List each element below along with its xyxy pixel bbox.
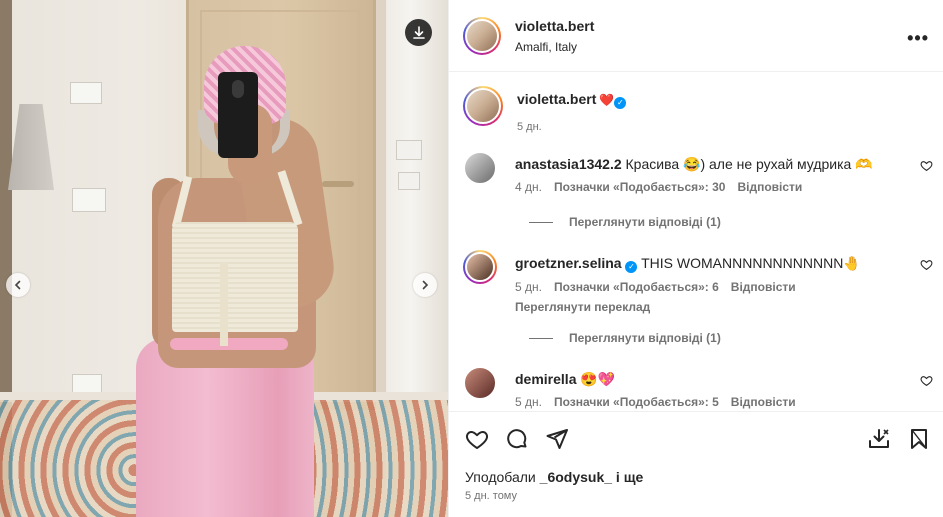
comment-username[interactable]: groetzner.selina	[515, 255, 622, 271]
post-photo	[0, 0, 448, 517]
like-comment-heart-icon[interactable]	[920, 258, 933, 271]
chevron-left-icon	[14, 280, 21, 290]
comment: demirella 😍💖 5 дн. Позначки «Подобається…	[463, 366, 933, 409]
comment-likes[interactable]: Позначки «Подобається»: 5	[554, 395, 719, 409]
previous-image-button[interactable]	[6, 273, 30, 297]
comment-likes[interactable]: Позначки «Подобається»: 30	[554, 180, 725, 194]
download-tray-icon[interactable]	[867, 427, 891, 451]
post-header: violetta.bert Amalfi, Italy •••	[449, 0, 943, 72]
comment-time: 5 дн.	[515, 395, 542, 409]
caption-avatar[interactable]	[463, 86, 503, 126]
verified-badge-icon: ✓	[614, 97, 627, 109]
caption-username[interactable]: violetta.bert	[517, 91, 596, 107]
verified-badge-icon: ✓	[625, 261, 638, 273]
comment-time: 5 дн.	[515, 280, 542, 294]
liked-by-user[interactable]: _6odysuk_	[540, 469, 612, 485]
post-side-panel: violetta.bert Amalfi, Italy ••• violetta…	[448, 0, 943, 517]
post-caption: violetta.bert ❤️ ✓ 5 дн.	[463, 86, 627, 133]
knit-top	[172, 222, 298, 332]
comment-text: THIS WOMANNNNNNNNNNNN🤚	[641, 255, 861, 271]
author-username[interactable]: violetta.bert	[515, 18, 594, 34]
comment-likes[interactable]: Позначки «Подобається»: 6	[554, 280, 719, 294]
comment-avatar[interactable]	[463, 151, 497, 185]
post-timestamp: 5 дн. тому	[465, 490, 517, 502]
like-heart-icon[interactable]	[465, 427, 489, 451]
reply-button[interactable]: Відповісти	[731, 280, 796, 294]
post-actions	[465, 427, 569, 451]
see-translation-button[interactable]: Переглянути переклад	[515, 300, 933, 314]
view-replies-button[interactable]: Переглянути відповіді (1)	[529, 331, 721, 345]
comment-username[interactable]: anastasia1342.2	[515, 156, 622, 172]
post-location[interactable]: Amalfi, Italy	[515, 40, 594, 54]
save-bookmark-icon[interactable]	[907, 427, 931, 451]
download-icon	[412, 25, 425, 39]
comment-text: Красива 😂) але не рухай мудрика 🫶	[625, 156, 873, 172]
comment-text: 😍💖	[580, 371, 616, 387]
comment: anastasia1342.2 Красива 😂) але не рухай …	[463, 151, 933, 194]
comment: groetzner.selina ✓ THIS WOMANNNNNNNNNNNN…	[463, 250, 933, 314]
post-dialog: violetta.bert Amalfi, Italy ••• violetta…	[0, 0, 943, 517]
comment-username[interactable]: demirella	[515, 371, 576, 387]
more-options-button[interactable]: •••	[907, 28, 929, 49]
chevron-right-icon	[422, 280, 429, 290]
next-image-button[interactable]	[413, 273, 437, 297]
download-button[interactable]	[405, 19, 432, 46]
comment-avatar[interactable]	[463, 366, 497, 400]
author-avatar[interactable]	[463, 16, 501, 55]
liked-by-others[interactable]: і ще	[612, 469, 643, 485]
view-replies-button[interactable]: Переглянути відповіді (1)	[529, 215, 721, 229]
caption-time: 5 дн.	[517, 121, 542, 133]
like-comment-heart-icon[interactable]	[920, 159, 933, 172]
comment-bubble-icon[interactable]	[505, 427, 529, 451]
liked-by-text: Уподобали _6odysuk_ і ще	[465, 469, 644, 485]
caption-heart-emoji: ❤️	[599, 93, 615, 107]
comment-time: 4 дн.	[515, 180, 542, 194]
like-comment-heart-icon[interactable]	[920, 374, 933, 387]
comment-avatar[interactable]	[463, 250, 497, 284]
reply-button[interactable]: Відповісти	[737, 180, 802, 194]
reply-button[interactable]: Відповісти	[731, 395, 796, 409]
share-send-icon[interactable]	[545, 427, 569, 451]
